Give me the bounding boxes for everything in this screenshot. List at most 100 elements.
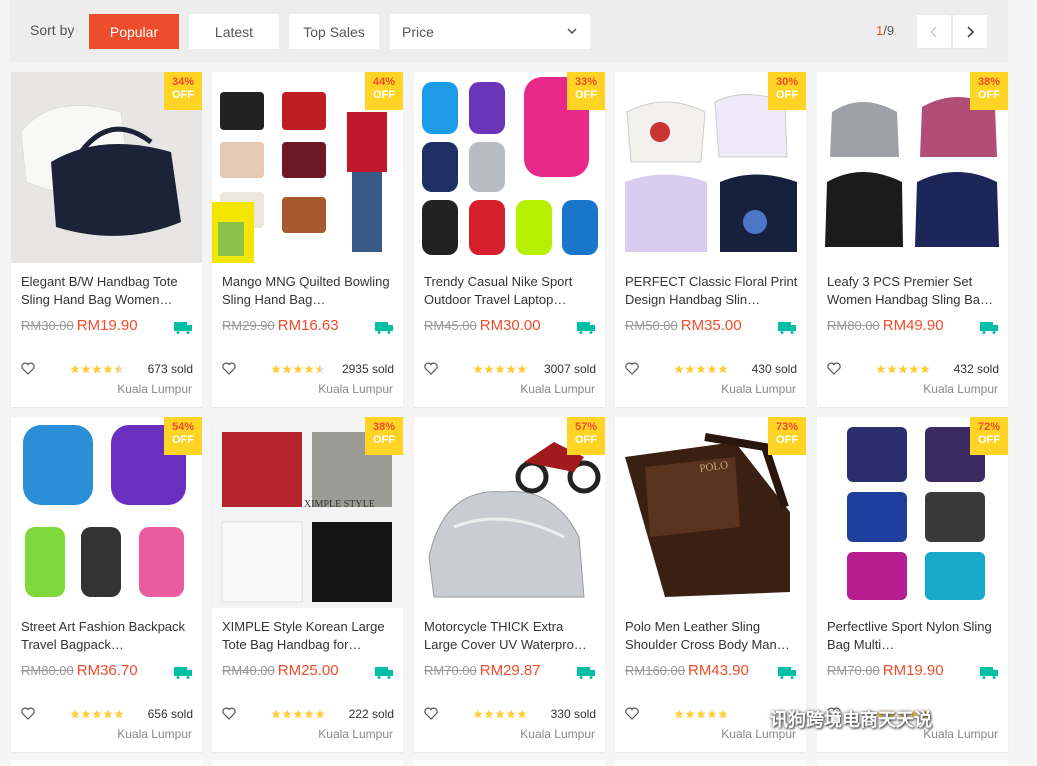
- watermark: 讯狗跨境电商天天说: [738, 706, 932, 732]
- location: Kuala Lumpur: [923, 727, 998, 741]
- star-icon: [495, 364, 505, 374]
- page-total: /9: [883, 23, 895, 38]
- price-select-label: Price: [402, 23, 434, 40]
- star-icon: [473, 364, 483, 374]
- sort-bar: Sort by Popular Latest Top Sales Price 1…: [10, 0, 1008, 62]
- product-card[interactable]: 54% OFF Street Art Fashion Backpack Trave…: [11, 417, 202, 752]
- heart-icon[interactable]: [625, 707, 639, 720]
- price-row: RM45.00 RM30.00: [424, 317, 541, 335]
- sort-popular-button[interactable]: Popular: [89, 14, 179, 49]
- star-icon: [103, 709, 113, 719]
- discount-percent: 57%: [574, 421, 598, 433]
- location: Kuala Lumpur: [318, 727, 393, 741]
- heart-icon[interactable]: [827, 362, 841, 375]
- location: Kuala Lumpur: [721, 382, 796, 396]
- original-price: RM45.00: [424, 318, 477, 333]
- prev-page-button[interactable]: [916, 14, 952, 49]
- star-icon: [315, 364, 325, 374]
- star-icon: [282, 709, 292, 719]
- star-icon: [293, 364, 303, 374]
- star-icon: [282, 364, 292, 374]
- price-row: RM30.00 RM19.90: [21, 317, 138, 335]
- star-icon: [887, 364, 897, 374]
- price-sort-select[interactable]: Price: [390, 14, 590, 49]
- product-card[interactable]: 44% OFF Mango MNG Quilted Bowling Sling H…: [212, 72, 403, 407]
- rating-stars: [473, 364, 527, 374]
- sale-price: RM25.00: [277, 662, 339, 679]
- discount-percent: 38%: [372, 421, 396, 433]
- discount-percent: 54%: [171, 421, 195, 433]
- product-card[interactable]: 34% OFF Elegant B/W Handbag Tote Sling Ha…: [11, 72, 202, 407]
- rating-stars: [473, 709, 527, 719]
- heart-icon[interactable]: [424, 707, 438, 720]
- product-card-peek: [11, 760, 202, 766]
- star-icon: [103, 364, 113, 374]
- original-price: RM50.00: [625, 318, 678, 333]
- discount-badge: 57% OFF: [567, 417, 605, 455]
- page-indicator: 1/9: [876, 23, 894, 38]
- star-icon: [114, 709, 124, 719]
- sort-by-label: Sort by: [30, 22, 75, 38]
- location: Kuala Lumpur: [923, 382, 998, 396]
- free-shipping-icon: [577, 322, 595, 334]
- discount-percent: 44%: [372, 76, 396, 88]
- next-page-button[interactable]: [952, 14, 988, 49]
- star-icon: [517, 364, 527, 374]
- product-title[interactable]: Perfectlive Sport Nylon Sling Bag Multi…: [827, 618, 1003, 654]
- heart-icon[interactable]: [222, 707, 236, 720]
- product-card[interactable]: 30% OFF PERFECT Classic Floral Print Desi…: [615, 72, 806, 407]
- location: Kuala Lumpur: [117, 727, 192, 741]
- product-card[interactable]: 33% OFF Trendy Casual Nike Sport Outdoor …: [414, 72, 605, 407]
- discount-percent: 38%: [977, 76, 1001, 88]
- star-icon: [685, 364, 695, 374]
- product-title[interactable]: XIMPLE Style Korean Large Tote Bag Handb…: [222, 618, 398, 654]
- star-icon: [304, 709, 314, 719]
- sold-count: 432 sold: [953, 362, 999, 376]
- sale-price: RM36.70: [76, 662, 138, 679]
- discount-off: OFF: [978, 89, 1000, 101]
- star-icon: [876, 364, 886, 374]
- sale-price: RM49.90: [882, 317, 944, 334]
- product-title[interactable]: Polo Men Leather Sling Shoulder Cross Bo…: [625, 618, 801, 654]
- free-shipping-icon: [375, 667, 393, 679]
- product-card[interactable]: 38% OFF Leafy 3 PCS Premier Set Women Han…: [817, 72, 1008, 407]
- discount-percent: 73%: [775, 421, 799, 433]
- product-title[interactable]: Motorcycle THICK Extra Large Cover UV Wa…: [424, 618, 600, 654]
- star-icon: [898, 364, 908, 374]
- watermark-text: 讯狗跨境电商天天说: [770, 710, 932, 730]
- original-price: RM70.00: [424, 663, 477, 678]
- discount-percent: 72%: [977, 421, 1001, 433]
- product-card[interactable]: 57% OFF Motorcycle THICK Extra Large Cove…: [414, 417, 605, 752]
- location: Kuala Lumpur: [318, 382, 393, 396]
- heart-icon[interactable]: [222, 362, 236, 375]
- sold-count: 673 sold: [147, 362, 193, 376]
- location: Kuala Lumpur: [520, 727, 595, 741]
- product-card[interactable]: XIMPLE STYLE 38% OFF XIMPLE Style Korean …: [212, 417, 403, 752]
- star-icon: [70, 364, 80, 374]
- heart-icon[interactable]: [21, 362, 35, 375]
- heart-icon[interactable]: [424, 362, 438, 375]
- product-title[interactable]: Mango MNG Quilted Bowling Sling Hand Bag…: [222, 273, 398, 309]
- product-card[interactable]: 72% OFF Perfectlive Sport Nylon Sling Bag…: [817, 417, 1008, 752]
- discount-badge: 54% OFF: [164, 417, 202, 455]
- chevron-down-icon: [567, 28, 577, 35]
- rating-stars: [876, 364, 930, 374]
- free-shipping-icon: [577, 667, 595, 679]
- product-title[interactable]: Trendy Casual Nike Sport Outdoor Travel …: [424, 273, 600, 309]
- product-title[interactable]: Leafy 3 PCS Premier Set Women Handbag Sl…: [827, 273, 1003, 309]
- sort-top-sales-button[interactable]: Top Sales: [289, 14, 379, 49]
- heart-icon[interactable]: [625, 362, 639, 375]
- free-shipping-icon: [375, 322, 393, 334]
- star-icon: [92, 709, 102, 719]
- product-title[interactable]: Elegant B/W Handbag Tote Sling Hand Bag …: [21, 273, 197, 309]
- heart-icon[interactable]: [21, 707, 35, 720]
- product-card-peek: [615, 760, 806, 766]
- product-card[interactable]: POLO 73% OFF Polo Men Leather Sling Shoul…: [615, 417, 806, 752]
- product-title[interactable]: PERFECT Classic Floral Print Design Hand…: [625, 273, 801, 309]
- product-title[interactable]: Street Art Fashion Backpack Travel Bagpa…: [21, 618, 197, 654]
- discount-percent: 30%: [775, 76, 799, 88]
- free-shipping-icon: [174, 667, 192, 679]
- sort-latest-button[interactable]: Latest: [189, 14, 279, 49]
- chevron-right-icon: [967, 25, 975, 38]
- sale-price: RM35.00: [680, 317, 742, 334]
